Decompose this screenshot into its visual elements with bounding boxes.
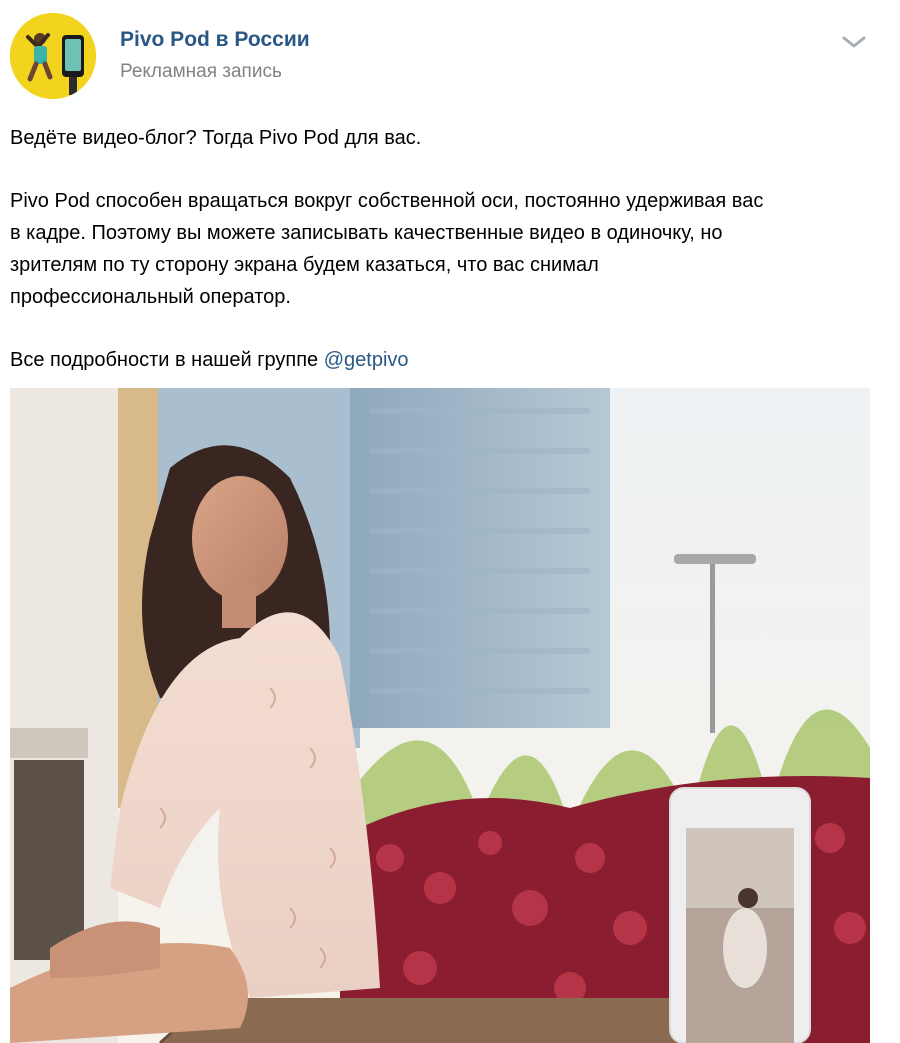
chevron-down-icon[interactable] (838, 30, 870, 54)
text-line: зрителям по ту сторону экрана будем каза… (10, 254, 599, 276)
post-paragraph-3: Все подробности в нашей группе @getpivo (10, 344, 880, 376)
post-header: Pivo Pod в России Рекламная запись (0, 0, 900, 110)
author-name[interactable]: Pivo Pod в России (120, 28, 310, 52)
text-line: Pivo Pod способен вращаться вокруг собст… (10, 190, 764, 212)
text-line: в кадре. Поэтому вы можете записывать ка… (10, 222, 723, 244)
post-paragraph-2: Pivo Pod способен вращаться вокруг собст… (10, 185, 880, 313)
post-text: Ведёте видео-блог? Тогда Pivo Pod для ва… (10, 122, 880, 376)
post-paragraph-1: Ведёте видео-блог? Тогда Pivo Pod для ва… (10, 127, 422, 149)
paragraph-3-text: Все подробности в нашей группе (10, 349, 324, 371)
post-photo-image (10, 388, 870, 1043)
avatar[interactable] (10, 13, 96, 99)
group-mention-link[interactable]: @getpivo (324, 349, 409, 371)
text-line: профессиональный оператор. (10, 286, 291, 308)
avatar-image (10, 13, 96, 99)
post-photo[interactable] (10, 388, 870, 1043)
post-subtitle: Рекламная запись (120, 61, 282, 82)
